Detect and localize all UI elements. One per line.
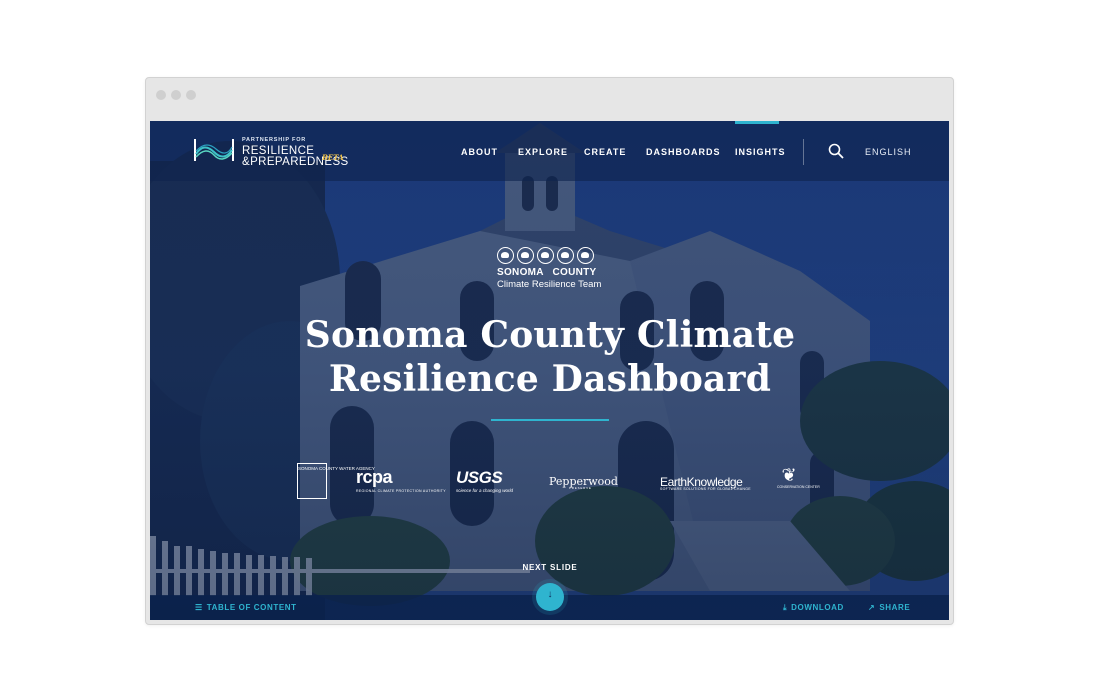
download-button[interactable]: ⤓ DOWNLOAD — [783, 603, 844, 613]
usgs-logo-tagline: science for a changing world — [456, 488, 514, 493]
share-label: SHARE — [879, 603, 911, 612]
nav-active-indicator — [735, 121, 779, 124]
page-title: Sonoma County Climate Resilience Dashboa… — [304, 314, 796, 400]
landscape-icon — [517, 247, 534, 264]
rcpa-logo-name: rcpa — [356, 467, 393, 487]
nav-create[interactable]: CREATE — [584, 147, 626, 157]
share-icon: ↗ — [868, 603, 876, 612]
download-label: DOWNLOAD — [791, 603, 844, 612]
usgs-logo[interactable]: USGS science for a changing world — [456, 468, 513, 493]
browser-window: PARTNERSHIP FOR RESILIENCE &PREPAREDNESS… — [145, 77, 954, 625]
prp-wave-logo-icon — [194, 139, 234, 161]
nav-about[interactable]: ABOUT — [461, 147, 498, 157]
beta-badge: BETA — [322, 153, 344, 162]
partner-logos: SONOMA COUNTY WATER AGENCY rcpa REGIONAL… — [150, 461, 949, 505]
nav-dashboards[interactable]: DASHBOARDS — [646, 147, 721, 157]
conservation-center-label: CONSERVATION CENTER — [777, 485, 820, 489]
team-logo-subtitle: Climate Resilience Team — [497, 279, 602, 290]
download-icon: ⤓ — [783, 603, 788, 612]
list-icon: ☰ — [195, 603, 203, 612]
water-icon — [497, 247, 514, 264]
logo-line-small: PARTNERSHIP FOR — [242, 137, 307, 143]
search-icon[interactable] — [828, 143, 844, 159]
page-viewport: PARTNERSHIP FOR RESILIENCE &PREPAREDNESS… — [150, 121, 949, 620]
rcpa-logo-subtitle: REGIONAL CLIMATE PROTECTION AUTHORITY — [356, 489, 446, 493]
title-underline — [491, 419, 609, 421]
scwa-logo[interactable]: SONOMA COUNTY WATER AGENCY — [297, 463, 375, 499]
team-logo-icons — [497, 247, 594, 265]
nav-insights[interactable]: INSIGHTS — [735, 147, 786, 157]
rcpa-logo[interactable]: rcpa REGIONAL CLIMATE PROTECTION AUTHORI… — [356, 467, 446, 493]
conservation-center-logo[interactable]: ❦ CONSERVATION CENTER — [777, 465, 820, 499]
nav-divider — [803, 139, 804, 165]
fire-icon — [557, 247, 574, 264]
team-logo-name: SONOMA COUNTY — [497, 267, 597, 278]
arrow-down-icon: ↓ — [547, 589, 553, 600]
pepperwood-logo-subtitle: PRESERVE — [569, 486, 592, 490]
window-zoom-dot[interactable] — [186, 90, 196, 100]
usgs-logo-name: USGS — [456, 468, 503, 487]
next-slide-button[interactable]: ↓ — [536, 583, 564, 611]
climate-resilience-team-logo: SONOMA COUNTY Climate Resilience Team — [497, 247, 605, 291]
share-button[interactable]: ↗ SHARE — [868, 603, 910, 612]
browser-titlebar — [146, 78, 953, 118]
earthknowledge-logo-tagline: SOFTWARE SOLUTIONS FOR GLOBAL CHANGE — [660, 487, 751, 491]
window-close-dot[interactable] — [156, 90, 166, 100]
site-header: PARTNERSHIP FOR RESILIENCE &PREPAREDNESS… — [150, 121, 949, 181]
table-of-content-button[interactable]: ☰ TABLE OF CONTENT — [195, 603, 297, 612]
window-minimize-dot[interactable] — [171, 90, 181, 100]
thermometer-icon — [577, 247, 594, 264]
lightbulb-icon — [537, 247, 554, 264]
table-of-content-label: TABLE OF CONTENT — [206, 603, 297, 612]
pepperwood-logo[interactable]: Pepperwood PRESERVE — [549, 472, 618, 490]
earthknowledge-logo[interactable]: EarthKnowledge SOFTWARE SOLUTIONS FOR GL… — [660, 473, 751, 491]
next-slide-label: NEXT SLIDE — [522, 563, 578, 572]
leaf-icon: ❦ — [781, 465, 797, 485]
language-selector[interactable]: ENGLISH — [865, 147, 912, 157]
nav-explore[interactable]: EXPLORE — [518, 147, 568, 157]
